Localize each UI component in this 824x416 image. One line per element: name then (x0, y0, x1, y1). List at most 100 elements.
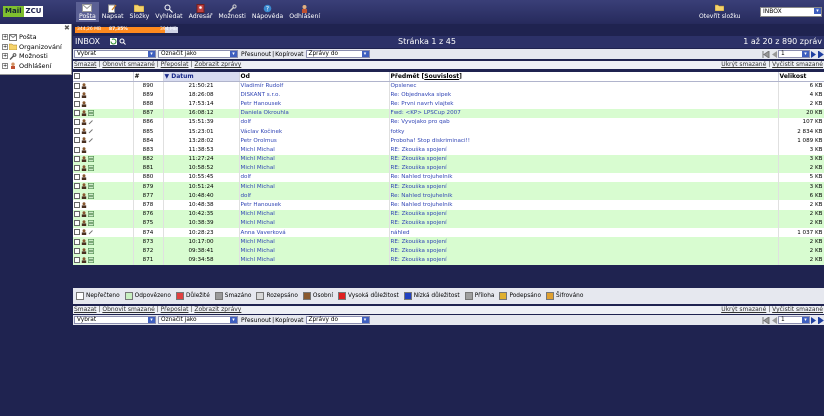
table-row[interactable]: 873 10:17:00 Michl Michal RE: Zkouška spoje… (73, 237, 824, 247)
table-row[interactable]: 888 17:53:14 Petr Hanousek Re: Prvni navrh … (73, 99, 824, 109)
row-checkbox[interactable] (74, 146, 80, 153)
select-all-checkbox[interactable] (74, 73, 80, 80)
prev-page-icon[interactable] (771, 316, 777, 324)
target-folder-dropdown[interactable]: Zprávy do ▾ (305, 50, 370, 58)
page-number-input-bottom[interactable]: 1 ▾ (778, 316, 810, 324)
row-from[interactable]: dolf (239, 191, 390, 201)
row-checkbox[interactable] (74, 229, 80, 236)
row-checkbox[interactable] (74, 256, 80, 263)
table-row[interactable]: 890 21:50:21 Vladimír Rudolf Opslenec 6 KB (73, 81, 824, 91)
nav-folders-button[interactable]: Složky (127, 2, 153, 22)
row-from[interactable]: Michl Michal (239, 209, 390, 219)
row-checkbox[interactable] (74, 220, 80, 227)
undelete-link[interactable]: Obnovit smazané (102, 61, 154, 68)
row-subject[interactable]: RE: Zkouška spojení (389, 246, 779, 256)
row-from[interactable]: Václav Kočinek (239, 126, 390, 137)
row-subject[interactable]: Re: Nahled trojuhelnik (389, 191, 779, 201)
col-subject-header[interactable]: Předmět [Souvislost] (389, 72, 779, 82)
row-subject[interactable]: Re: Nahled trojuhelnik (389, 200, 779, 210)
hide-deleted-link-bottom[interactable]: Ukrýt smazané (721, 306, 766, 313)
table-row[interactable]: 871 09:34:58 Michl Michal RE: Zkouška spoje… (73, 255, 824, 265)
row-from[interactable]: Michl Michal (239, 246, 390, 256)
table-row[interactable]: 885 15:23:01 Václav Kočinek fotky 2 834 KB (73, 126, 824, 137)
row-from[interactable]: Michl Michal (239, 154, 390, 164)
row-checkbox[interactable] (74, 119, 80, 126)
page-number-input[interactable]: 1 ▾ (778, 50, 810, 58)
row-checkbox[interactable] (74, 155, 80, 162)
row-from[interactable]: dolf (239, 172, 390, 183)
col-size-header[interactable]: Velikost (778, 72, 824, 82)
row-from[interactable]: Daniela Okrouhla (239, 108, 390, 118)
row-from[interactable]: dolf (239, 117, 390, 127)
open-folder-button[interactable]: Otevřít složku (699, 4, 740, 20)
row-checkbox[interactable] (74, 247, 80, 254)
nav-compose-button[interactable]: Napsat (99, 2, 127, 22)
row-from[interactable]: Michl Michal (239, 218, 390, 228)
sidebar-item-1[interactable]: + Organizování (0, 42, 71, 51)
select-all-header[interactable] (73, 72, 134, 82)
row-from[interactable]: Petr Hanousek (239, 99, 390, 109)
row-subject[interactable]: RE: Zkouška spojení (389, 154, 779, 164)
row-checkbox[interactable] (74, 82, 80, 89)
row-subject[interactable]: fotky (389, 126, 779, 137)
row-subject[interactable]: RE: Zkouška spojení (389, 237, 779, 247)
row-checkbox[interactable] (74, 109, 80, 116)
purge-deleted-link-bottom[interactable]: Vyčistit smazané (772, 306, 823, 313)
table-row[interactable]: 874 10:28:23 Anna Vaverková náhled 1 037 KB (73, 228, 824, 238)
sidebar-item-2[interactable]: + Možnosti (0, 52, 71, 61)
prev-page-icon[interactable] (771, 50, 777, 58)
table-row[interactable]: 878 10:48:38 Petr Hanousek Re: Nahled troju… (73, 200, 824, 210)
row-checkbox[interactable] (74, 128, 80, 135)
select-dropdown[interactable]: Vybrat ▾ (74, 50, 156, 58)
table-row[interactable]: 887 16:08:12 Daniela Okrouhla Fwd: <KP> LPS… (73, 108, 824, 118)
row-from[interactable]: Michl Michal (239, 255, 390, 265)
row-checkbox[interactable] (74, 238, 80, 245)
row-checkbox[interactable] (74, 174, 80, 181)
table-row[interactable]: 889 18:26:08 DISKANT s.r.o. Re: Objednavka … (73, 90, 824, 100)
last-page-icon[interactable] (818, 316, 824, 324)
last-page-icon[interactable] (818, 50, 824, 58)
nav-help-button[interactable]: ? Nápověda (249, 2, 286, 22)
row-subject[interactable]: Re: Objednavka sipek (389, 90, 779, 100)
first-page-icon[interactable] (762, 50, 770, 58)
table-row[interactable]: 881 10:58:52 Michl Michal RE: Zkouška spoje… (73, 163, 824, 173)
table-row[interactable]: 875 10:38:39 Michl Michal RE: Zkouška spoje… (73, 218, 824, 228)
row-subject[interactable]: Re: Vyvojako pro qab (389, 117, 779, 127)
expand-icon[interactable]: + (2, 34, 8, 40)
row-from[interactable]: Michl Michal (239, 145, 390, 155)
nav-search-button[interactable]: Vyhledat (152, 2, 185, 22)
row-from[interactable]: Petr Hanousek (239, 200, 390, 210)
table-row[interactable]: 879 10:51:24 Michl Michal RE: Zkouška spoje… (73, 182, 824, 192)
delete-link[interactable]: Smazat (74, 61, 97, 68)
row-checkbox[interactable] (74, 165, 80, 172)
expand-icon[interactable]: + (2, 53, 8, 59)
table-row[interactable]: 877 10:48:40 dolf Re: Nahled trojuhelnik 6 K… (73, 191, 824, 201)
row-subject[interactable]: náhled (389, 228, 779, 238)
table-row[interactable]: 872 09:38:41 Michl Michal RE: Zkouška spoje… (73, 246, 824, 256)
table-row[interactable]: 883 11:38:53 Michl Michal RE: Zkouška spoje… (73, 145, 824, 155)
forward-link[interactable]: Přeposlat (161, 61, 189, 68)
expand-icon[interactable]: + (2, 62, 8, 69)
nav-addressbook-button[interactable]: Adresář (186, 2, 216, 22)
col-num-header[interactable]: # (133, 72, 164, 82)
undelete-link-bottom[interactable]: Obnovit smazané (102, 306, 154, 313)
mark-as-dropdown-bottom[interactable]: Označit jako ▾ (158, 316, 238, 324)
move-link-bottom[interactable]: Přesunout (241, 317, 271, 324)
sidebar-item-3[interactable]: + Odhlášení (0, 61, 71, 70)
forward-link-bottom[interactable]: Přeposlat (161, 306, 189, 313)
row-from[interactable]: Anna Vaverková (239, 228, 390, 238)
copy-link-bottom[interactable]: Kopírovat (275, 317, 303, 324)
row-subject[interactable]: Fwd: <KP> LPSCup 2007 (389, 108, 779, 118)
row-from[interactable]: Petr Orolmus (239, 136, 390, 146)
row-subject[interactable]: RE: Zkouška spojení (389, 209, 779, 219)
folder-select[interactable]: INBOX ▾ (760, 7, 822, 17)
row-subject[interactable]: Re: Prvni navrh vlajtek (389, 99, 779, 109)
col-from-header[interactable]: Od (239, 72, 390, 82)
row-from[interactable]: Michl Michal (239, 182, 390, 192)
nav-logout-button[interactable]: Odhlášení (286, 2, 323, 22)
table-row[interactable]: 884 13:28:02 Petr Orolmus Proboha! Stop dis… (73, 136, 824, 146)
table-row[interactable]: 882 11:27:24 Michl Michal RE: Zkouška spoje… (73, 154, 824, 164)
row-checkbox[interactable] (74, 100, 80, 107)
col-date-header[interactable]: ▼ Datum (163, 72, 240, 82)
show-messages-link-bottom[interactable]: Zobrazit zprávy (194, 306, 241, 313)
